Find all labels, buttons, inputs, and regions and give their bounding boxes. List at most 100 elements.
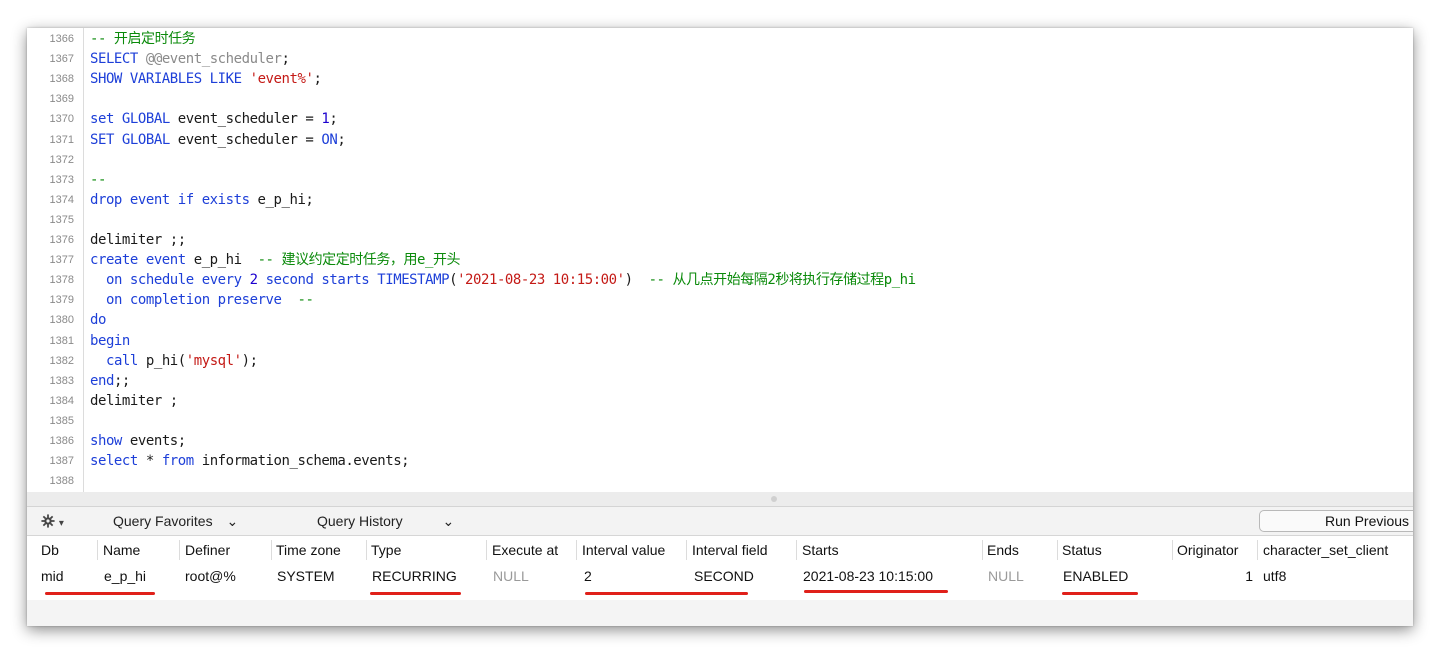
column-divider[interactable] — [486, 540, 487, 560]
cell-time-zone[interactable]: SYSTEM — [277, 564, 365, 588]
query-history-menu[interactable]: Query History ⌄ — [317, 512, 454, 530]
line-number: 1379 — [49, 294, 74, 307]
code-token: on schedule every — [105, 272, 242, 289]
code-token: -- — [297, 292, 314, 309]
code-token: -- 开启定时任务 — [90, 31, 196, 47]
code-token: show — [90, 433, 122, 449]
column-header-db[interactable]: Db — [41, 536, 91, 564]
query-toolbar: ▾ Query Favorites ⌄ Query History ⌄ Run … — [27, 507, 1413, 536]
column-header-status[interactable]: Status — [1062, 536, 1170, 564]
code-token: * — [137, 453, 162, 470]
cell-starts[interactable]: 2021-08-23 10:15:00 — [803, 564, 981, 588]
code-token: 'event%' — [249, 71, 314, 88]
empty-table-row — [27, 600, 1413, 626]
column-header-starts[interactable]: Starts — [802, 536, 982, 564]
line-number: 1378 — [49, 274, 74, 287]
code-token: ON — [321, 131, 338, 148]
cell-type[interactable]: RECURRING — [372, 564, 484, 588]
column-header-execute-at[interactable]: Execute at — [492, 536, 576, 564]
cell-interval-value[interactable]: 2 — [584, 564, 684, 588]
code-token: ; — [329, 111, 338, 128]
query-editor[interactable]: 1366 -- 开启定时任务 1367 SELECT @@event_schedule… — [27, 28, 1413, 493]
column-header-interval-value[interactable]: Interval value — [582, 536, 684, 564]
code-token: delimiter ; — [90, 392, 178, 409]
cell-status[interactable]: ENABLED — [1063, 564, 1169, 588]
column-divider[interactable] — [271, 540, 272, 560]
code-token: -- — [90, 171, 106, 188]
code-token: ( — [449, 272, 458, 289]
cell-character-set-client[interactable]: utf8 — [1263, 564, 1413, 588]
column-divider[interactable] — [576, 540, 577, 560]
cell-interval-field[interactable]: SECOND — [694, 564, 794, 588]
column-header-interval-field[interactable]: Interval field — [692, 536, 794, 564]
code-text: create event e_p_hi -- 建议约定定时任务，用e_开头 — [90, 250, 461, 270]
code-token: ; — [313, 71, 322, 88]
line-number: 1374 — [49, 193, 74, 206]
cell-name[interactable]: e_p_hi — [104, 564, 174, 588]
code-text: end;; — [90, 371, 130, 391]
gear-menu-button[interactable]: ▾ — [41, 512, 64, 530]
code-token: GLOBAL — [121, 111, 170, 128]
code-token: ;; — [113, 372, 130, 389]
table-row[interactable]: mid e_p_hi root@% SYSTEM RECURRING NULL … — [27, 564, 1413, 601]
code-text: select * from information_schema.events; — [90, 451, 410, 471]
chevron-down-icon: ⌄ — [442, 513, 455, 529]
column-divider[interactable] — [97, 540, 98, 560]
query-favorites-menu[interactable]: Query Favorites ⌄ — [113, 512, 238, 530]
line-number: 1385 — [49, 414, 74, 427]
code-text: show events; — [90, 431, 186, 451]
line-number: 1376 — [49, 234, 74, 246]
column-divider[interactable] — [1257, 540, 1258, 560]
code-token: -- 建议约定定时任务，用e_开头 — [257, 252, 461, 269]
code-token: event_scheduler = — [169, 111, 322, 128]
code-token: 2 — [249, 272, 258, 289]
code-token: information_schema.events; — [193, 453, 410, 470]
code-token: 'mysql' — [185, 352, 242, 369]
cell-definer[interactable]: root@% — [185, 564, 269, 588]
column-header-character-set-client[interactable]: character_set_client — [1263, 536, 1413, 564]
splitter-handle-icon[interactable] — [771, 496, 777, 502]
run-previous-button[interactable]: Run Previous — [1259, 510, 1413, 532]
column-header-ends[interactable]: Ends — [987, 536, 1053, 564]
code-token: SELECT — [90, 51, 138, 68]
column-header-originator[interactable]: Originator — [1177, 536, 1257, 564]
code-text: SHOW VARIABLES LIKE 'event%'; — [90, 69, 322, 89]
code-token: create event — [90, 252, 186, 269]
code-token: from — [161, 453, 194, 470]
column-divider[interactable] — [686, 540, 687, 560]
pane-splitter[interactable] — [27, 492, 1413, 507]
column-header-name[interactable]: Name — [103, 536, 173, 564]
code-token: e_p_hi — [185, 252, 258, 269]
code-token: GLOBAL — [121, 131, 170, 148]
annotation-underline-interval — [585, 592, 748, 595]
code-text: on completion preserve -- — [90, 290, 314, 310]
column-header-type[interactable]: Type — [371, 536, 483, 564]
cell-execute-at[interactable]: NULL — [493, 564, 577, 588]
code-token: ); — [241, 352, 258, 369]
line-number: 1380 — [49, 314, 74, 327]
line-number: 1381 — [49, 334, 74, 347]
column-divider[interactable] — [179, 540, 180, 560]
line-number: 1369 — [49, 93, 74, 106]
column-divider[interactable] — [1057, 540, 1058, 560]
code-text: drop event if exists e_p_hi; — [90, 190, 314, 210]
code-token: do — [90, 312, 106, 329]
column-divider[interactable] — [796, 540, 797, 560]
results-table: Db Name Definer Time zone Type Execute a… — [27, 536, 1413, 626]
column-header-time-zone[interactable]: Time zone — [276, 536, 364, 564]
line-number: 1387 — [49, 455, 74, 468]
code-token: -- 从几点开始每隔2秒将执行存储过程p_hi — [648, 272, 917, 289]
column-divider[interactable] — [982, 540, 983, 560]
cell-ends[interactable]: NULL — [988, 564, 1054, 588]
column-divider[interactable] — [366, 540, 367, 560]
cell-db[interactable]: mid — [41, 564, 91, 588]
line-number: 1386 — [49, 435, 74, 447]
column-header-definer[interactable]: Definer — [185, 536, 269, 564]
cell-originator[interactable]: 1 — [1177, 564, 1253, 588]
code-text: delimiter ;; — [90, 230, 186, 250]
column-divider[interactable] — [1172, 540, 1173, 560]
